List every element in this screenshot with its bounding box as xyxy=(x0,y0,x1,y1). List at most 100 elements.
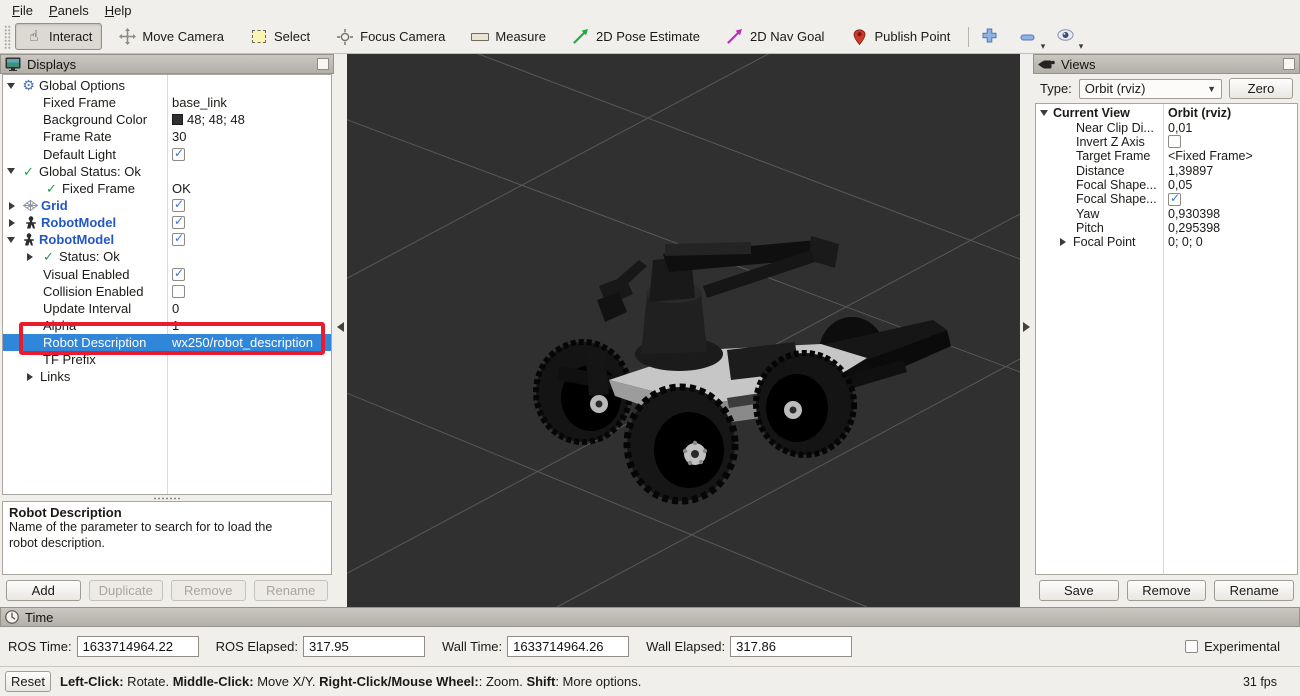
toolbar-drag-handle[interactable] xyxy=(4,25,11,49)
expander-closed-icon[interactable] xyxy=(1060,238,1066,246)
views-panel-header[interactable]: Views xyxy=(1033,54,1300,74)
reset-button[interactable]: Reset xyxy=(5,671,51,692)
row-label: Focal Shape... xyxy=(1076,192,1157,206)
tool-move-camera[interactable]: Move Camera xyxy=(108,23,234,50)
tree-row[interactable]: Fixed Framebase_link xyxy=(3,94,331,111)
tree-row[interactable]: Update Interval0 xyxy=(3,300,331,317)
tree-row[interactable]: Links xyxy=(3,368,331,385)
menu-file[interactable]: File xyxy=(4,3,41,18)
row-checkbox[interactable] xyxy=(1168,193,1181,206)
rename-button[interactable]: Rename xyxy=(1214,580,1294,601)
row-value: 1 xyxy=(172,318,179,333)
tree-row[interactable]: Robot Descriptionwx250/robot_description xyxy=(3,334,331,351)
view-type-row: Type: Orbit (rviz) ▼ Zero xyxy=(1033,74,1300,103)
menu-help[interactable]: Help xyxy=(97,3,140,18)
time-panel-header[interactable]: Time xyxy=(0,607,1300,627)
tree-row[interactable]: Distance1,39897 xyxy=(1036,163,1297,177)
tree-row[interactable]: RobotModel xyxy=(3,214,331,231)
tree-row[interactable]: Yaw0,930398 xyxy=(1036,206,1297,220)
experimental-checkbox[interactable] xyxy=(1185,640,1198,653)
ros-time-label: ROS Time: xyxy=(8,639,72,654)
row-checkbox[interactable] xyxy=(172,285,185,298)
tree-row[interactable]: TF Prefix xyxy=(3,351,331,368)
tree-row[interactable]: Current ViewOrbit (rviz) xyxy=(1036,106,1297,120)
tree-row[interactable]: Target Frame <Fixed Frame> xyxy=(1036,149,1297,163)
tree-row[interactable]: ✓Status: Ok xyxy=(3,248,331,265)
left-panel-collapse-handle[interactable] xyxy=(334,54,347,607)
expander-closed-icon[interactable] xyxy=(9,219,15,227)
tool-measure[interactable]: Measure xyxy=(461,23,556,50)
tree-row[interactable]: Collision Enabled xyxy=(3,283,331,300)
row-checkbox[interactable] xyxy=(172,216,185,229)
tree-row[interactable]: Frame Rate30 xyxy=(3,128,331,145)
tool-publish-point[interactable]: Publish Point xyxy=(840,23,960,50)
tool-2d-pose-estimate[interactable]: 2D Pose Estimate xyxy=(562,23,710,50)
tree-row[interactable]: Default Light xyxy=(3,146,331,163)
expander-open-icon[interactable] xyxy=(1040,110,1048,116)
row-label: Grid xyxy=(41,198,68,213)
gear-icon: ⚙ xyxy=(20,79,37,93)
save-button[interactable]: Save xyxy=(1039,580,1119,601)
expander-open-icon[interactable] xyxy=(7,237,15,243)
row-label: Current View xyxy=(1053,106,1130,120)
tree-row[interactable]: ✓Global Status: Ok xyxy=(3,163,331,180)
tree-row[interactable]: ⚙Global Options xyxy=(3,77,331,94)
tree-row[interactable]: RobotModel xyxy=(3,231,331,248)
remove-button[interactable]: Remove xyxy=(1127,580,1207,601)
row-label: Target Frame xyxy=(1076,149,1150,163)
panel-float-button[interactable] xyxy=(1283,58,1295,70)
eye-button[interactable]: ▾ xyxy=(1053,26,1077,48)
wall-time-input[interactable] xyxy=(507,636,629,657)
row-checkbox[interactable] xyxy=(1168,135,1181,148)
zero-button[interactable]: Zero xyxy=(1229,78,1293,99)
toolbar-view-buttons: ▾▾ xyxy=(977,26,1077,48)
ros-time-input[interactable] xyxy=(77,636,199,657)
status-segment: : More options. xyxy=(555,674,641,689)
status-bar: Reset Left-Click: Rotate. Middle-Click: … xyxy=(0,666,1300,696)
expander-open-icon[interactable] xyxy=(7,83,15,89)
tree-row[interactable]: Grid xyxy=(3,197,331,214)
expander-closed-icon[interactable] xyxy=(27,373,33,381)
tree-row[interactable]: ✓Fixed FrameOK xyxy=(3,180,331,197)
status-segment: Rotate. xyxy=(124,674,173,689)
rviz-window: FilePanelsHelp ☝InteractMove CameraSelec… xyxy=(0,0,1300,696)
tree-row[interactable]: Pitch0,295398 xyxy=(1036,221,1297,235)
splitter-handle[interactable] xyxy=(0,495,334,501)
row-label: Focal Shape... xyxy=(1076,178,1157,192)
panel-float-button[interactable] xyxy=(317,58,329,70)
tool-focus-camera[interactable]: Focus Camera xyxy=(326,23,455,50)
displays-panel-header[interactable]: Displays xyxy=(0,54,334,74)
wall-elapsed-input[interactable] xyxy=(730,636,852,657)
tool-interact[interactable]: ☝Interact xyxy=(15,23,102,50)
menu-panels[interactable]: Panels xyxy=(41,3,97,18)
row-checkbox[interactable] xyxy=(172,268,185,281)
tree-row[interactable]: Alpha1 xyxy=(3,317,331,334)
tree-row[interactable]: Focal Shape...0,05 xyxy=(1036,178,1297,192)
ros-elapsed-input[interactable] xyxy=(303,636,425,657)
tree-row[interactable]: Invert Z Axis xyxy=(1036,135,1297,149)
tool-2d-nav-goal[interactable]: 2D Nav Goal xyxy=(716,23,834,50)
3d-viewport[interactable] xyxy=(347,54,1020,607)
view-type-select[interactable]: Orbit (rviz) ▼ xyxy=(1079,79,1222,99)
row-value: wx250/robot_description xyxy=(172,335,313,350)
right-panel-collapse-handle[interactable] xyxy=(1020,54,1033,607)
tree-row[interactable]: Focal Point0; 0; 0 xyxy=(1036,235,1297,249)
tree-row[interactable]: Background Color48; 48; 48 xyxy=(3,111,331,128)
row-value: <Fixed Frame> xyxy=(1168,149,1253,163)
tool-select[interactable]: Select xyxy=(240,23,320,50)
expander-closed-icon[interactable] xyxy=(27,253,33,261)
zoom-in-plus-button[interactable] xyxy=(977,26,1001,48)
expander-closed-icon[interactable] xyxy=(9,202,15,210)
tree-row[interactable]: Near Clip Di...0,01 xyxy=(1036,120,1297,134)
row-checkbox[interactable] xyxy=(172,148,185,161)
tree-row[interactable]: Focal Shape... xyxy=(1036,192,1297,206)
focus-camera-icon xyxy=(336,28,354,45)
row-value: 1,39897 xyxy=(1168,164,1213,178)
tree-row[interactable]: Visual Enabled xyxy=(3,266,331,283)
row-checkbox[interactable] xyxy=(172,199,185,212)
expander-open-icon[interactable] xyxy=(7,168,15,174)
help-box: Robot Description Name of the parameter … xyxy=(2,501,332,575)
zoom-out-minus-button[interactable]: ▾ xyxy=(1015,26,1039,48)
add-button[interactable]: Add xyxy=(6,580,81,601)
row-checkbox[interactable] xyxy=(172,233,185,246)
